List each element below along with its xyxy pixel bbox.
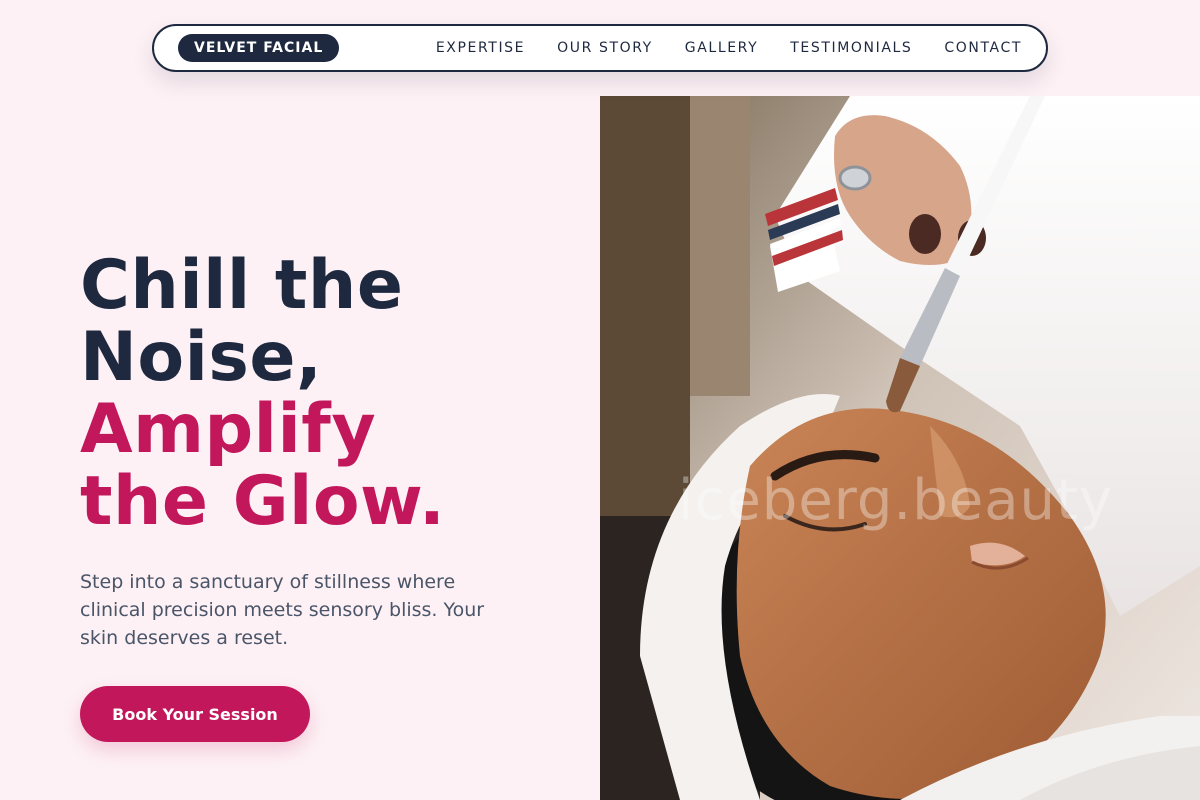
nav-links: EXPERTISE OUR STORY GALLERY TESTIMONIALS… <box>436 40 1022 56</box>
facial-treatment-illustration <box>600 96 1200 800</box>
headline-line-1: Chill the <box>80 246 404 325</box>
nav-link-testimonials[interactable]: TESTIMONIALS <box>790 40 912 56</box>
hero-subcopy: Step into a sanctuary of stillness where… <box>80 571 485 649</box>
headline-line-4: the Glow. <box>80 462 446 541</box>
book-session-button[interactable]: Book Your Session <box>80 686 310 742</box>
brand-logo[interactable]: VELVET FACIAL <box>178 34 340 62</box>
hero-photo: iceberg.beauty <box>600 96 1200 800</box>
headline-line-3: Amplify <box>80 390 377 469</box>
nav-link-contact[interactable]: CONTACT <box>944 40 1022 56</box>
hero-text: Chill the Noise, Amplify the Glow. Step … <box>80 250 560 652</box>
headline-line-2: Noise, <box>80 318 323 397</box>
nav-link-gallery[interactable]: GALLERY <box>685 40 758 56</box>
top-nav: VELVET FACIAL EXPERTISE OUR STORY GALLER… <box>152 24 1048 72</box>
nav-link-our-story[interactable]: OUR STORY <box>557 40 653 56</box>
hero-headline: Chill the Noise, Amplify the Glow. <box>80 250 560 538</box>
nav-link-expertise[interactable]: EXPERTISE <box>436 40 525 56</box>
